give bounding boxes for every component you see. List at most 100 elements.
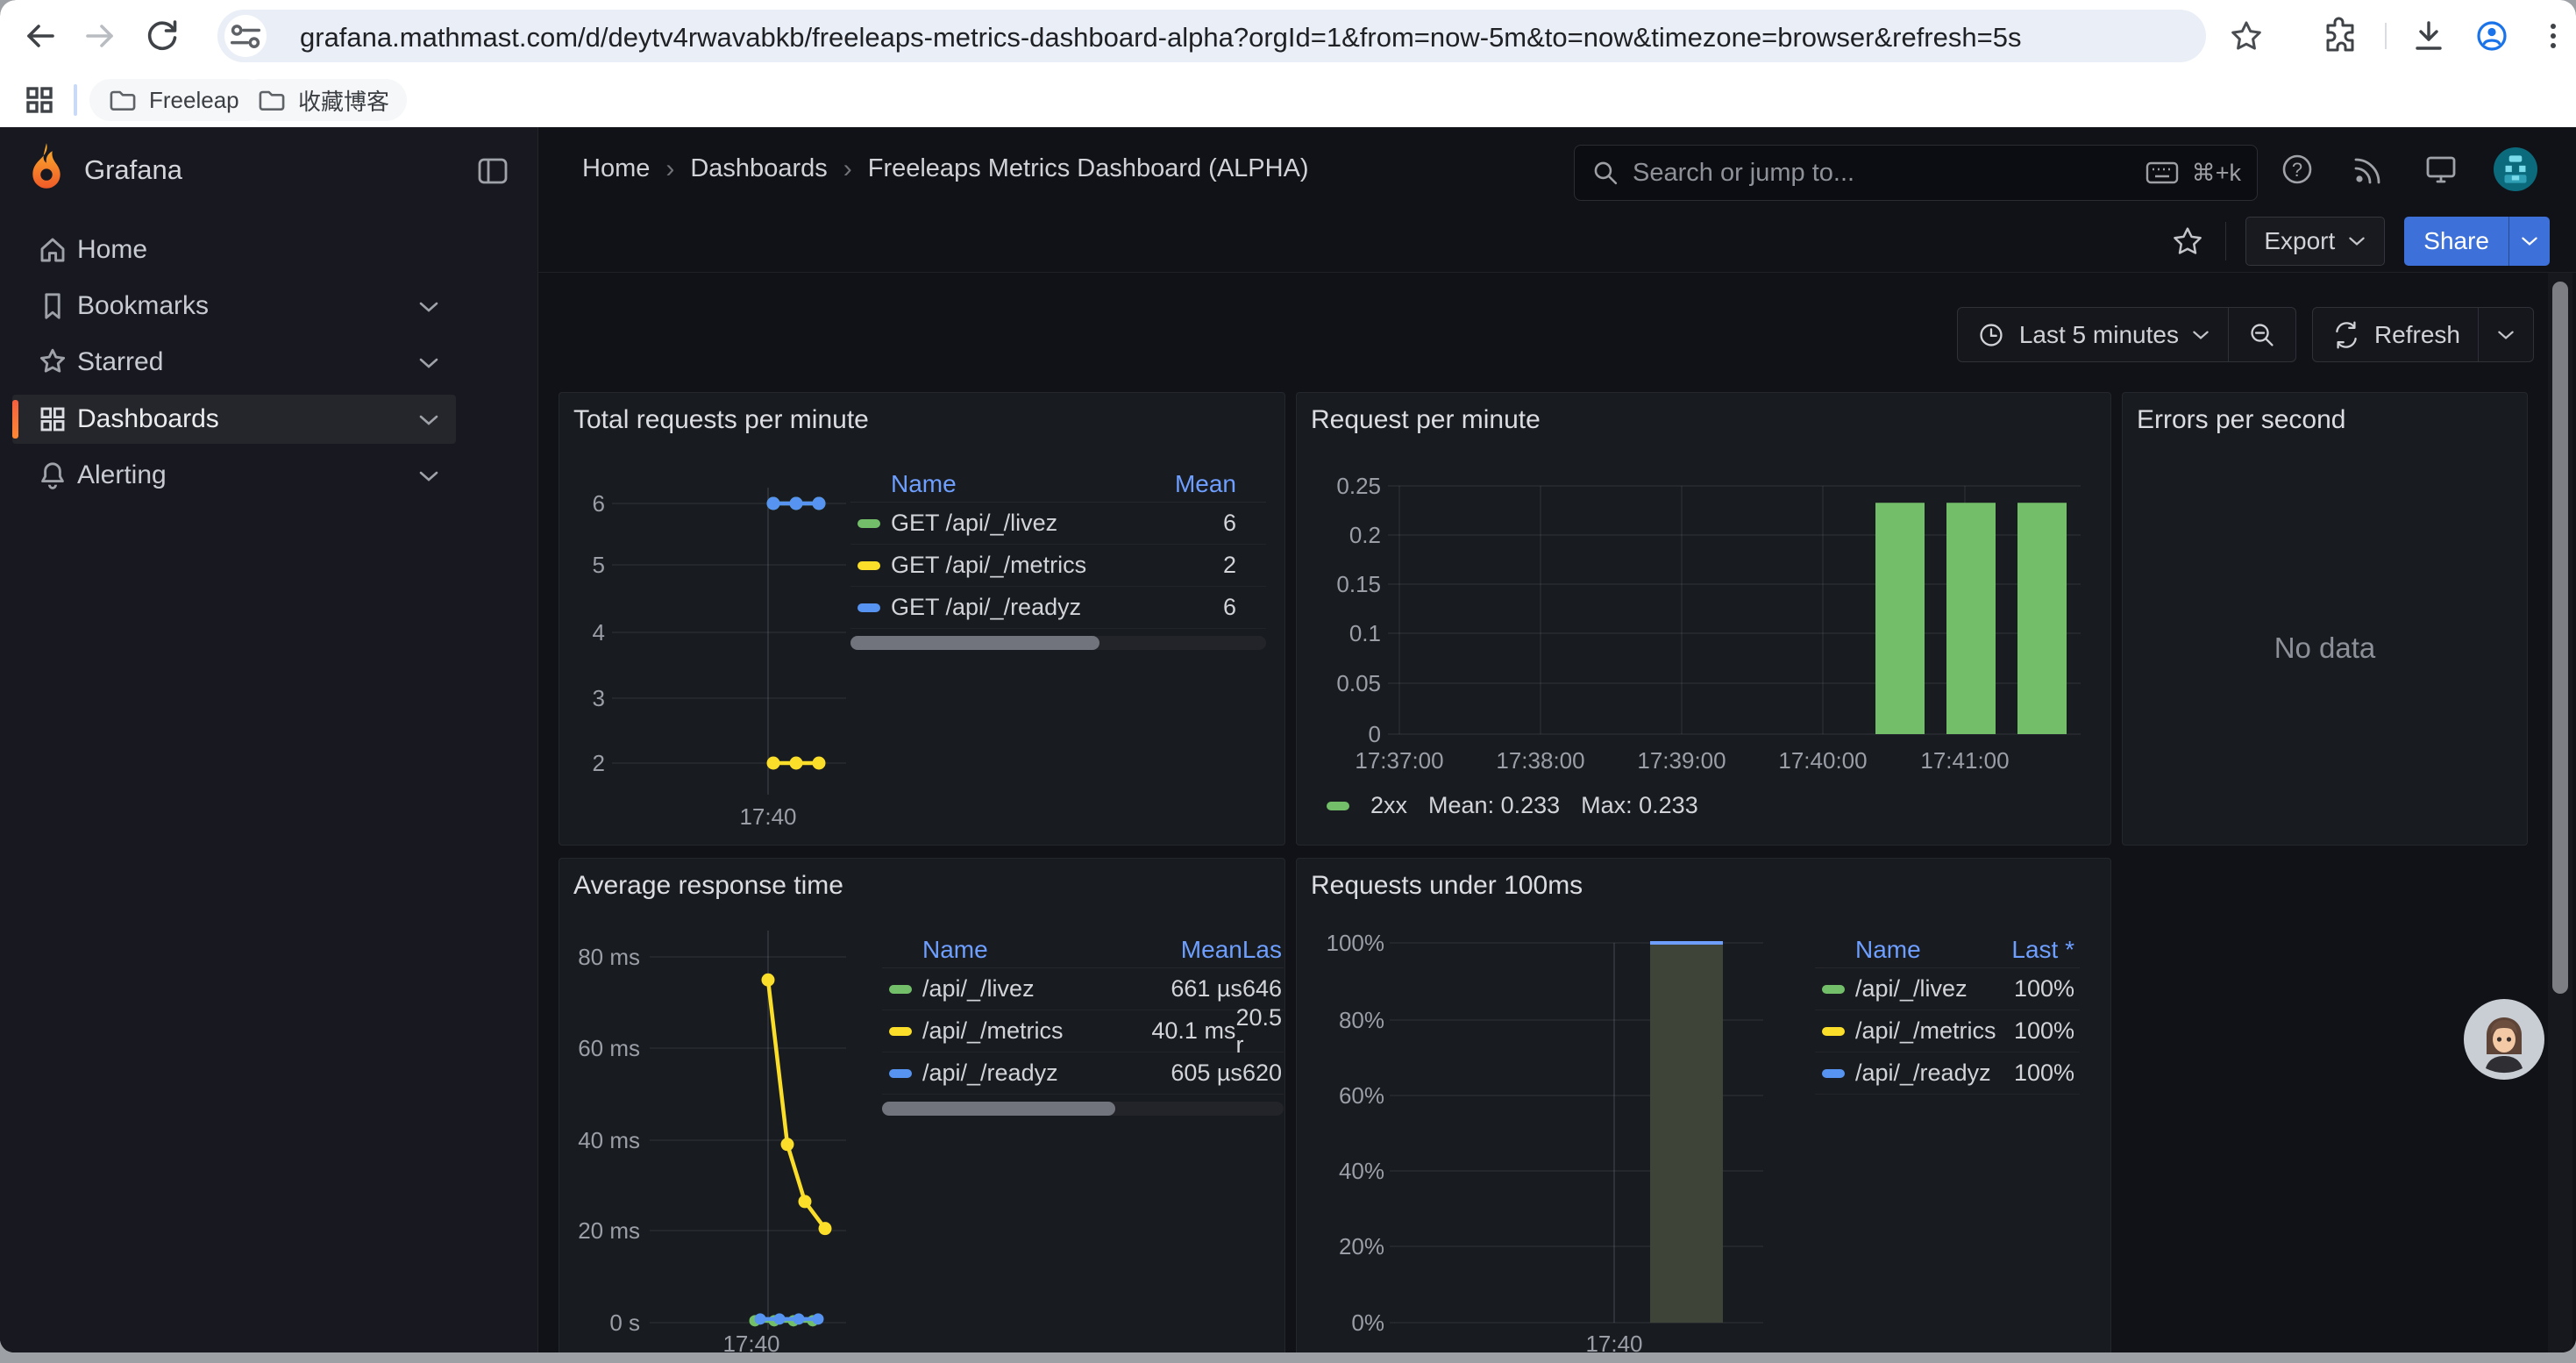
series-name[interactable]: /api/_/metrics: [1855, 1017, 1996, 1045]
sidebar-item-label: Alerting: [77, 460, 167, 490]
news-rss-icon[interactable]: [2350, 150, 2388, 189]
apps-button[interactable]: [20, 81, 59, 119]
site-settings-chip[interactable]: [224, 15, 267, 57]
back-icon: [20, 17, 59, 55]
zoom-out-button[interactable]: [2229, 308, 2295, 361]
forward-button[interactable]: [82, 17, 120, 55]
legend-column-header[interactable]: Name: [882, 936, 1141, 964]
brand-name[interactable]: Grafana: [84, 154, 182, 186]
sidebar-item-alerting[interactable]: Alerting: [12, 451, 456, 500]
series-swatch-icon: [1822, 1027, 1845, 1036]
sidebar-item-starred[interactable]: Starred: [12, 338, 456, 387]
refresh-button[interactable]: Refresh: [2313, 308, 2478, 361]
share-label[interactable]: Share: [2404, 217, 2508, 266]
kiosk-monitor-icon[interactable]: [2422, 150, 2460, 189]
chevron-down-icon[interactable]: [417, 468, 440, 484]
header-icons: ?: [2278, 127, 2537, 211]
legend-value: 646: [1242, 975, 1284, 1003]
page-scrollbar-thumb[interactable]: [2552, 282, 2568, 994]
export-button[interactable]: Export: [2245, 217, 2385, 266]
series-swatch-icon: [1822, 1069, 1845, 1078]
legend-column-header[interactable]: Name: [1815, 936, 1966, 964]
dock-sidebar-icon[interactable]: [473, 152, 512, 190]
share-menu-button[interactable]: [2508, 217, 2550, 266]
address-bar[interactable]: grafana.mathmast.com/d/deytv4rwavabkb/fr…: [217, 10, 2206, 62]
chevron-down-icon[interactable]: [417, 412, 440, 428]
legend-row: GET /api/_/readyz6: [850, 587, 1266, 629]
legend-column-header[interactable]: Mean: [1141, 936, 1242, 964]
back-button[interactable]: [20, 17, 59, 55]
legend-value: 2: [1143, 552, 1266, 579]
actions-divider: [2225, 222, 2226, 260]
legend-value: 100%: [1996, 1017, 2080, 1045]
keyboard-icon: [2145, 155, 2180, 190]
breadcrumb-dashboards[interactable]: Dashboards: [690, 154, 827, 183]
star-icon: [37, 346, 68, 378]
user-avatar[interactable]: [2494, 147, 2537, 191]
series-name[interactable]: GET /api/_/readyz: [891, 594, 1081, 621]
breadcrumb-home[interactable]: Home: [582, 154, 650, 183]
refresh-interval-button[interactable]: [2479, 308, 2533, 361]
time-range-group: Last 5 minutes: [1957, 307, 2296, 362]
browser-menu-button[interactable]: [2534, 17, 2572, 55]
legend-value: 100%: [1968, 975, 2080, 1003]
legend-scrollbar[interactable]: [850, 636, 1266, 650]
series-swatch-icon: [889, 985, 912, 994]
panel-title[interactable]: Errors per second: [2137, 405, 2345, 435]
bookmarks-separator: [74, 84, 77, 116]
legend-column-header[interactable]: Last *: [1966, 936, 2080, 964]
search-icon: [1590, 158, 1620, 188]
series-name[interactable]: GET /api/_/livez: [891, 510, 1057, 537]
reload-button[interactable]: [143, 17, 181, 55]
legend-table: NameMeanGET /api/_/livez6GET /api/_/metr…: [850, 467, 1266, 650]
grafana-header: Home › Dashboards › Freeleaps Metrics Da…: [538, 127, 2576, 211]
bookmark-folder-blogs[interactable]: 收藏博客: [238, 79, 407, 121]
time-controls-row: Last 5 minutes Refresh: [1957, 307, 2534, 362]
url-text[interactable]: grafana.mathmast.com/d/deytv4rwavabkb/fr…: [300, 22, 2021, 54]
time-range-label: Last 5 minutes: [2019, 321, 2179, 349]
panel-average-response-time: Average response time 17:40 80 ms60 ms40…: [559, 858, 1285, 1352]
series-name[interactable]: /api/_/readyz: [1855, 1060, 1991, 1087]
page-scrollbar[interactable]: [2548, 273, 2572, 1352]
favorite-star-icon[interactable]: [2169, 223, 2206, 260]
series-name[interactable]: /api/_/readyz: [922, 1060, 1058, 1087]
extensions-button[interactable]: [2320, 17, 2359, 55]
legend-row: /api/_/livez661 µs646: [882, 968, 1284, 1010]
apps-grid-icon: [20, 81, 59, 119]
legend-value: 620: [1242, 1060, 1284, 1087]
sidebar-item-dashboards[interactable]: Dashboards: [12, 395, 456, 444]
legend-scrollbar[interactable]: [882, 1102, 1284, 1116]
legend-table: NameLast */api/_/livez100%/api/_/metrics…: [1815, 932, 2080, 1095]
sidebar-item-bookmarks[interactable]: Bookmarks: [12, 282, 456, 331]
floating-assistant-avatar[interactable]: [2463, 998, 2545, 1081]
series-name[interactable]: /api/_/livez: [922, 975, 1035, 1003]
help-icon[interactable]: ?: [2278, 150, 2316, 189]
series-name[interactable]: /api/_/metrics: [922, 1017, 1064, 1045]
share-button[interactable]: Share: [2404, 217, 2550, 266]
breadcrumb-current: Freeleaps Metrics Dashboard (ALPHA): [868, 154, 1309, 183]
sidebar-item-home[interactable]: Home: [12, 225, 456, 275]
legend-row: GET /api/_/metrics 2: [850, 545, 1266, 587]
refresh-icon: [2330, 319, 2362, 351]
home-icon: [37, 234, 68, 266]
folder-icon: [256, 84, 288, 116]
search-input[interactable]: Search or jump to... ⌘+k: [1574, 145, 2258, 201]
chevron-down-icon[interactable]: [417, 299, 440, 315]
time-range-picker[interactable]: Last 5 minutes: [1958, 308, 2228, 361]
legend-column-header[interactable]: Mean: [1143, 470, 1266, 498]
bookmark-page-button[interactable]: [2227, 17, 2266, 55]
series-name[interactable]: GET /api/_/metrics: [891, 552, 1086, 579]
series-swatch-icon: [857, 603, 880, 612]
sidebar-item-label: Starred: [77, 347, 163, 377]
sidebar-item-label: Dashboards: [77, 404, 219, 434]
downloads-button[interactable]: [2409, 17, 2448, 55]
profile-button[interactable]: [2473, 17, 2511, 55]
chevron-down-icon[interactable]: [417, 355, 440, 371]
legend-column-header[interactable]: Name: [850, 470, 1143, 498]
panel-requests-under-100ms: Requests under 100ms 17:40 100%80%60%40%…: [1296, 858, 2111, 1352]
bookmarks-bar: Freeleaps 收藏博客: [0, 72, 2576, 127]
download-icon: [2409, 17, 2448, 55]
sidebar-item-label: Bookmarks: [77, 291, 209, 321]
legend-column-header[interactable]: Las: [1242, 936, 1284, 964]
series-name[interactable]: /api/_/livez: [1855, 975, 1968, 1003]
